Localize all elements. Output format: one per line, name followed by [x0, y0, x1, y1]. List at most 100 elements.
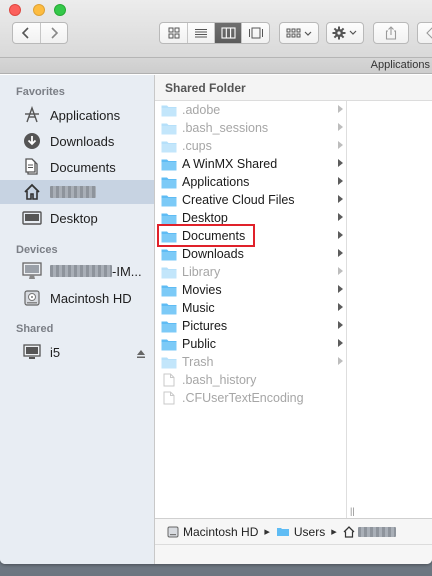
arrange-button[interactable]	[280, 23, 318, 43]
folder-row[interactable]: Movies	[155, 281, 347, 299]
file-name: Movies	[182, 283, 222, 297]
disclosure-arrow-icon	[338, 123, 343, 131]
folder-icon	[161, 319, 177, 333]
document-icon	[161, 391, 177, 405]
file-name: .cups	[182, 139, 212, 153]
sidebar-item-desktop[interactable]: Desktop	[0, 206, 154, 230]
list-view-button[interactable]	[188, 23, 215, 43]
disclosure-arrow-icon	[338, 231, 343, 239]
sidebar-item-documents[interactable]: Documents	[0, 155, 154, 179]
folder-icon	[161, 193, 177, 207]
sidebar-item-label: Documents	[50, 159, 116, 175]
disclosure-arrow-icon	[338, 195, 343, 203]
path-separator: ▸	[264, 526, 270, 538]
redacted-device-name	[50, 265, 112, 277]
tags-button[interactable]	[418, 23, 432, 43]
path-segment-home[interactable]	[343, 525, 396, 538]
folder-icon	[161, 355, 177, 369]
action-menu[interactable]	[326, 22, 364, 44]
documents-icon	[22, 157, 42, 177]
zoom-button[interactable]	[54, 4, 66, 16]
file-row[interactable]: .bash_history	[155, 371, 347, 389]
column-resize-handle[interactable]: ||	[350, 506, 355, 516]
share-group	[373, 22, 409, 44]
disclosure-arrow-icon	[338, 303, 343, 311]
sidebar-item-macintosh-hd[interactable]: Macintosh HD	[0, 286, 154, 310]
coverflow-view-button[interactable]	[242, 23, 269, 43]
folder-row[interactable]: .adobe	[155, 101, 347, 119]
file-row[interactable]: .CFUserTextEncoding	[155, 389, 347, 407]
disclosure-arrow-icon	[338, 285, 343, 293]
folder-row[interactable]: .cups	[155, 137, 347, 155]
highlight-annotation	[157, 224, 255, 247]
folder-icon	[276, 528, 289, 536]
file-name: Public	[182, 337, 217, 351]
sidebar-section-shared: Shared	[16, 323, 54, 335]
sidebar-section-favorites: Favorites	[16, 86, 65, 98]
file-name: Creative Cloud Files	[182, 193, 295, 207]
path-segment-label: Macintosh HD	[183, 524, 259, 539]
file-name: Library	[182, 265, 221, 279]
view-mode-group	[159, 22, 270, 44]
share-button[interactable]	[374, 23, 408, 43]
grid-icon	[168, 27, 179, 39]
folder-row[interactable]: Pictures	[155, 317, 347, 335]
forward-button[interactable]	[41, 23, 68, 43]
sidebar-item-i5[interactable]: i5	[0, 340, 154, 364]
sidebar: Favorites Applications Downloads Documen…	[0, 75, 155, 564]
home-icon	[343, 525, 355, 538]
tag-icon	[426, 27, 432, 39]
column-view-button[interactable]	[215, 23, 242, 43]
file-name: Music	[182, 301, 215, 315]
sidebar-item-home[interactable]	[0, 180, 154, 204]
folder-icon	[161, 157, 177, 171]
close-button[interactable]	[9, 4, 21, 16]
disclosure-arrow-icon	[338, 267, 343, 275]
path-segment-users[interactable]: Users	[276, 525, 325, 539]
chevron-right-icon	[51, 27, 58, 39]
folder-row[interactable]: Trash	[155, 353, 347, 371]
eject-icon[interactable]	[136, 347, 146, 362]
action-button[interactable]	[327, 23, 363, 43]
sidebar-item-label: Downloads	[50, 133, 115, 149]
disclosure-arrow-icon	[338, 141, 343, 149]
file-name: Trash	[182, 355, 214, 369]
folder-row[interactable]: Applications	[155, 173, 347, 191]
sidebar-item-label: i5	[50, 344, 61, 360]
path-bar: Macintosh HD ▸ Users ▸	[155, 518, 432, 544]
folder-icon	[161, 301, 177, 315]
folder-icon	[161, 283, 177, 297]
folder-row[interactable]: Library	[155, 263, 347, 281]
folder-row[interactable]: Public	[155, 335, 347, 353]
folder-row[interactable]: Music	[155, 299, 347, 317]
file-name: Pictures	[182, 319, 228, 333]
sidebar-item-label: Applications	[50, 107, 121, 123]
back-button[interactable]	[13, 23, 41, 43]
folder-row[interactable]: Creative Cloud Files	[155, 191, 347, 209]
disclosure-arrow-icon	[338, 105, 343, 113]
tags-group	[417, 22, 432, 44]
tab-title[interactable]: Applications	[371, 59, 430, 71]
sidebar-item-downloads[interactable]: Downloads	[0, 129, 154, 153]
path-separator: ▸	[331, 526, 337, 538]
folder-row[interactable]: .bash_sessions	[155, 119, 347, 137]
path-segment-disk[interactable]: Macintosh HD	[167, 525, 258, 539]
folder-icon	[161, 211, 177, 225]
file-name: .bash_history	[182, 373, 257, 387]
redacted-username	[357, 526, 396, 537]
folder-row[interactable]: Downloads	[155, 245, 347, 263]
coverflow-icon	[248, 27, 263, 39]
icon-view-button[interactable]	[160, 23, 188, 43]
file-name: .adobe	[182, 103, 221, 117]
disk-icon	[22, 288, 42, 308]
folder-icon	[161, 139, 177, 153]
file-name: .CFUserTextEncoding	[182, 391, 304, 405]
arrange-menu[interactable]	[279, 22, 319, 44]
sidebar-item-label: Macintosh HD	[50, 290, 132, 306]
minimize-button[interactable]	[33, 4, 45, 16]
disclosure-arrow-icon	[338, 159, 343, 167]
sidebar-item-applications[interactable]: Applications	[0, 103, 154, 127]
folder-row[interactable]: A WinMX Shared	[155, 155, 347, 173]
sidebar-item-imac[interactable]: -IM...	[0, 259, 154, 283]
display-icon	[22, 342, 42, 362]
